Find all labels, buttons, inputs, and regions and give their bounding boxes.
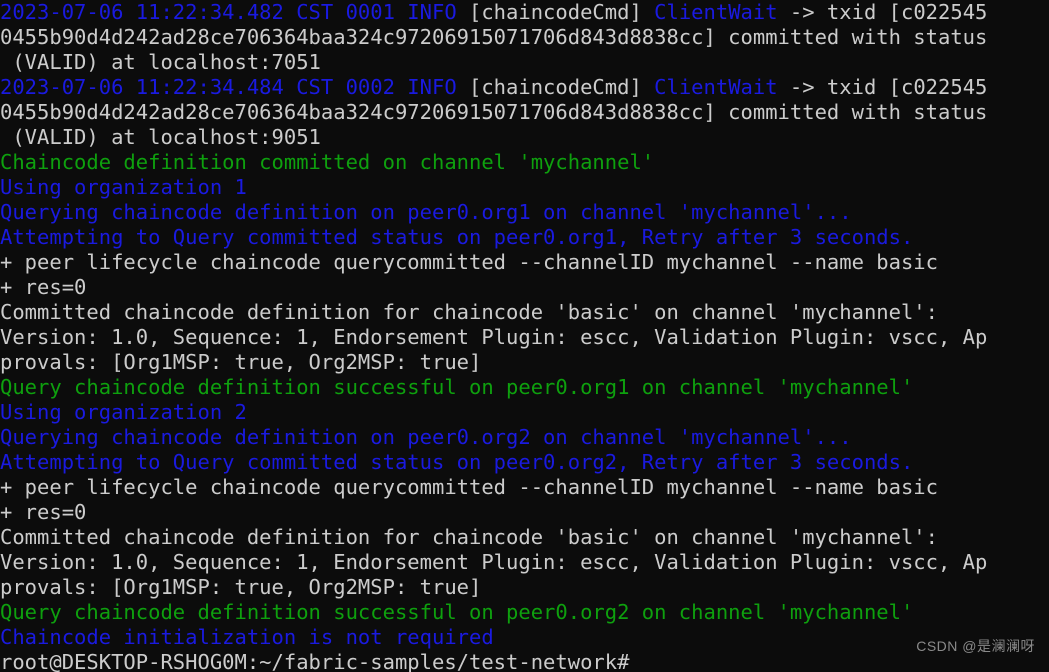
terminal-text-span: + res=0 [0, 275, 87, 299]
terminal-line: + res=0 [0, 275, 1049, 300]
terminal-line: + peer lifecycle chaincode querycommitte… [0, 475, 1049, 500]
terminal-line: provals: [Org1MSP: true, Org2MSP: true] [0, 350, 1049, 375]
terminal-text-span: 0455b90d4d242ad28ce706364baa324c97206915… [0, 100, 988, 124]
terminal-line: Chaincode initialization is not required [0, 625, 1049, 650]
terminal-line: Using organization 1 [0, 175, 1049, 200]
terminal-text-span: Using organization 2 [0, 400, 247, 424]
terminal-text-span: -> txid [c022545 [777, 0, 988, 24]
terminal-text-span: Query chaincode definition successful on… [0, 375, 914, 399]
terminal-text-span: (VALID) at localhost:7051 [0, 50, 321, 74]
terminal-text-span: Querying chaincode definition on peer0.o… [0, 200, 852, 224]
terminal-text-span: Attempting to Query committed status on … [0, 450, 914, 474]
terminal-line: Query chaincode definition successful on… [0, 600, 1049, 625]
terminal-line: Using organization 2 [0, 400, 1049, 425]
terminal-text-span: Chaincode definition committed on channe… [0, 150, 655, 174]
terminal-line: 2023-07-06 11:22:34.482 CST 0001 INFO [c… [0, 0, 1049, 25]
terminal-text-span: provals: [Org1MSP: true, Org2MSP: true] [0, 575, 482, 599]
terminal-line: Querying chaincode definition on peer0.o… [0, 425, 1049, 450]
terminal-text-span: ClientWait [654, 0, 778, 24]
terminal-text-span: Version: 1.0, Sequence: 1, Endorsement P… [0, 325, 988, 349]
terminal-line: Chaincode definition committed on channe… [0, 150, 1049, 175]
terminal-text-span: Committed chaincode definition for chain… [0, 525, 938, 549]
terminal-text-span: 2023-07-06 11:22:34.484 CST 0002 INFO [0, 75, 457, 99]
terminal-text-span: provals: [Org1MSP: true, Org2MSP: true] [0, 350, 482, 374]
terminal-text-span: Using organization 1 [0, 175, 247, 199]
terminal-text-span: + peer lifecycle chaincode querycommitte… [0, 250, 938, 274]
terminal-line: (VALID) at localhost:7051 [0, 50, 1049, 75]
terminal-line: Committed chaincode definition for chain… [0, 300, 1049, 325]
terminal-line: 2023-07-06 11:22:34.484 CST 0002 INFO [c… [0, 75, 1049, 100]
terminal-text-span: Version: 1.0, Sequence: 1, Endorsement P… [0, 550, 988, 574]
terminal-text-span: [chaincodeCmd] [456, 75, 655, 99]
terminal-text-span: Chaincode initialization is not required [0, 625, 494, 649]
terminal-line: Query chaincode definition successful on… [0, 375, 1049, 400]
terminal-text-span: Query chaincode definition successful on… [0, 600, 914, 624]
terminal-line: 0455b90d4d242ad28ce706364baa324c97206915… [0, 100, 1049, 125]
terminal-line: provals: [Org1MSP: true, Org2MSP: true] [0, 575, 1049, 600]
terminal-line: Version: 1.0, Sequence: 1, Endorsement P… [0, 325, 1049, 350]
terminal-line: 0455b90d4d242ad28ce706364baa324c97206915… [0, 25, 1049, 50]
terminal-text-span: + res=0 [0, 500, 87, 524]
terminal-text-span: 0455b90d4d242ad28ce706364baa324c97206915… [0, 25, 988, 49]
terminal-line: root@DESKTOP-RSHOG0M:~/fabric-samples/te… [0, 650, 1049, 672]
terminal-output[interactable]: 2023-07-06 11:22:34.482 CST 0001 INFO [c… [0, 0, 1049, 672]
terminal-text-span: ClientWait [654, 75, 778, 99]
terminal-line: Version: 1.0, Sequence: 1, Endorsement P… [0, 550, 1049, 575]
terminal-text-span: root@DESKTOP-RSHOG0M:~/fabric-samples/te… [0, 650, 630, 672]
terminal-text-span: 2023-07-06 11:22:34.482 CST 0001 INFO [0, 0, 457, 24]
terminal-text-span: + peer lifecycle chaincode querycommitte… [0, 475, 938, 499]
terminal-text-span: Committed chaincode definition for chain… [0, 300, 938, 324]
terminal-line: Committed chaincode definition for chain… [0, 525, 1049, 550]
terminal-line: Querying chaincode definition on peer0.o… [0, 200, 1049, 225]
terminal-text-span: Querying chaincode definition on peer0.o… [0, 425, 852, 449]
terminal-text-span: Attempting to Query committed status on … [0, 225, 914, 249]
terminal-line: + peer lifecycle chaincode querycommitte… [0, 250, 1049, 275]
terminal-text-span: (VALID) at localhost:9051 [0, 125, 321, 149]
terminal-window[interactable]: 2023-07-06 11:22:34.482 CST 0001 INFO [c… [0, 0, 1049, 672]
terminal-text-span: [chaincodeCmd] [456, 0, 655, 24]
terminal-line: (VALID) at localhost:9051 [0, 125, 1049, 150]
terminal-line: + res=0 [0, 500, 1049, 525]
terminal-line: Attempting to Query committed status on … [0, 225, 1049, 250]
terminal-text-span: -> txid [c022545 [777, 75, 988, 99]
terminal-line: Attempting to Query committed status on … [0, 450, 1049, 475]
